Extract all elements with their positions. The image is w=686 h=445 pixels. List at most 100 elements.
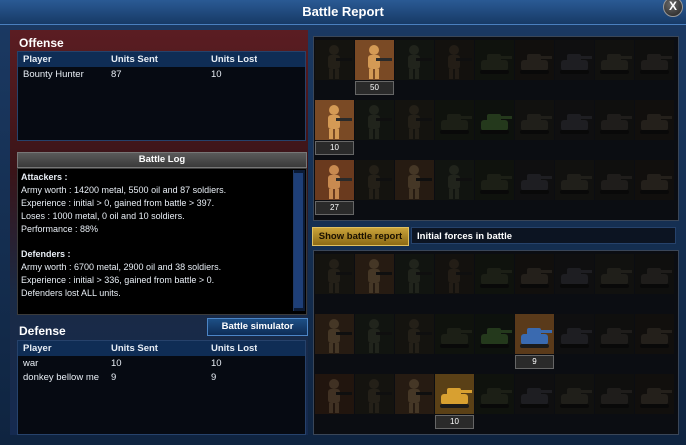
unit-cell[interactable] <box>635 100 674 156</box>
artillery-icon <box>555 254 594 294</box>
infantry-sniper-icon <box>355 100 394 140</box>
heavy-tank-icon <box>555 374 594 414</box>
unit-cell[interactable] <box>475 40 514 96</box>
unit-cell[interactable] <box>475 314 514 370</box>
initial-forces-label: Initial forces in battle <box>411 227 676 244</box>
unit-cell[interactable] <box>475 160 514 216</box>
unit-cell[interactable] <box>395 374 434 430</box>
scroll-thumb[interactable] <box>294 173 303 308</box>
unit-cell[interactable] <box>475 254 514 310</box>
player-name: war <box>23 358 39 369</box>
unit-cell[interactable] <box>555 160 594 216</box>
unit-cell[interactable] <box>475 374 514 430</box>
unit-cell[interactable] <box>315 40 354 96</box>
unit-cell[interactable] <box>595 100 634 156</box>
unit-cell[interactable] <box>315 374 354 430</box>
units-sent: 87 <box>111 69 122 80</box>
unit-cell[interactable] <box>435 314 474 370</box>
unit-cell[interactable] <box>395 100 434 156</box>
battle-report-window: Battle Report X Offense Player Units Sen… <box>0 0 686 445</box>
unit-cell[interactable] <box>395 40 434 96</box>
unit-cell[interactable]: 50 <box>355 40 394 96</box>
unit-cell[interactable] <box>355 314 394 370</box>
unit-cell[interactable] <box>555 374 594 430</box>
infantry-heavy-icon <box>395 374 434 414</box>
offense-header-row: Player Units Sent Units Lost <box>18 52 305 67</box>
defender-units-grid: 9 10 <box>313 250 679 435</box>
unit-cell[interactable] <box>595 40 634 96</box>
tank-laser-icon <box>475 100 514 140</box>
artillery-icon <box>515 160 554 200</box>
unit-count: 9 <box>515 355 554 369</box>
unit-cell[interactable] <box>435 254 474 310</box>
units-sent: 9 <box>111 372 117 383</box>
unit-cell[interactable] <box>435 40 474 96</box>
battle-log-title: Battle Log <box>17 152 307 168</box>
unit-cell[interactable] <box>595 374 634 430</box>
infantry-rocket-icon <box>315 374 354 414</box>
infantry-sniper-icon <box>395 254 434 294</box>
artillery-icon <box>555 100 594 140</box>
unit-cell[interactable] <box>515 374 554 430</box>
unit-cell[interactable] <box>515 40 554 96</box>
unit-cell[interactable] <box>355 100 394 156</box>
unit-cell[interactable]: 10 <box>315 100 354 156</box>
unit-cell[interactable] <box>435 160 474 216</box>
log-line: Loses : 1000 metal, 0 oil and 10 soldier… <box>21 211 185 221</box>
unit-cell[interactable] <box>355 374 394 430</box>
unit-cell[interactable] <box>315 254 354 310</box>
unit-cell[interactable]: 10 <box>435 374 474 430</box>
unit-cell[interactable] <box>395 160 434 216</box>
unit-cell[interactable]: 27 <box>315 160 354 216</box>
unit-cell[interactable] <box>595 314 634 370</box>
offense-title: Offense <box>19 36 64 50</box>
tank-icon <box>435 100 474 140</box>
unit-cell[interactable] <box>595 254 634 310</box>
unit-cell[interactable] <box>475 100 514 156</box>
unit-cell[interactable] <box>555 100 594 156</box>
infantry-rocket-icon <box>315 160 354 200</box>
mech-icon <box>635 314 674 354</box>
unit-cell[interactable] <box>635 314 674 370</box>
battle-simulator-button[interactable]: Battle simulator <box>207 318 308 336</box>
unit-cell[interactable] <box>355 160 394 216</box>
mech-icon <box>515 254 554 294</box>
unit-cell[interactable] <box>515 160 554 216</box>
unit-cell[interactable] <box>395 254 434 310</box>
tank-icon <box>475 254 514 294</box>
unit-cell[interactable] <box>635 160 674 216</box>
unit-cell[interactable] <box>635 374 674 430</box>
infantry-heavy-icon <box>355 254 394 294</box>
unit-cell[interactable] <box>515 100 554 156</box>
scorpion-tank-icon <box>435 374 474 414</box>
mech-icon <box>635 374 674 414</box>
offense-table: Player Units Sent Units Lost Bounty Hunt… <box>17 51 306 141</box>
unit-cell[interactable] <box>635 254 674 310</box>
heavy-tank-icon <box>555 160 594 200</box>
infantry-heavy-icon <box>315 100 354 140</box>
attacker-units-grid: 50 10 27 <box>313 36 679 221</box>
unit-cell[interactable] <box>555 314 594 370</box>
unit-count: 27 <box>315 201 354 215</box>
log-line: Performance : 88% <box>21 224 99 234</box>
log-scrollbar[interactable] <box>293 170 305 311</box>
unit-cell[interactable]: 9 <box>515 314 554 370</box>
unit-cell[interactable] <box>635 40 674 96</box>
col-units-lost: Units Lost <box>211 343 258 354</box>
unit-cell[interactable] <box>435 100 474 156</box>
tank-laser-icon <box>475 314 514 354</box>
log-line: Army worth : 6700 metal, 2900 oil and 38… <box>21 262 222 272</box>
defense-title: Defense <box>19 324 66 338</box>
artillery-icon <box>515 374 554 414</box>
unit-cell[interactable] <box>395 314 434 370</box>
unit-cell[interactable] <box>555 40 594 96</box>
show-battle-report-button[interactable]: Show battle report <box>312 227 409 246</box>
unit-cell[interactable] <box>595 160 634 216</box>
unit-cell[interactable] <box>315 314 354 370</box>
unit-cell[interactable] <box>555 254 594 310</box>
heavy-tank-icon <box>595 254 634 294</box>
unit-cell[interactable] <box>515 254 554 310</box>
col-units-sent: Units Sent <box>111 54 158 65</box>
walker-icon <box>595 374 634 414</box>
unit-cell[interactable] <box>355 254 394 310</box>
